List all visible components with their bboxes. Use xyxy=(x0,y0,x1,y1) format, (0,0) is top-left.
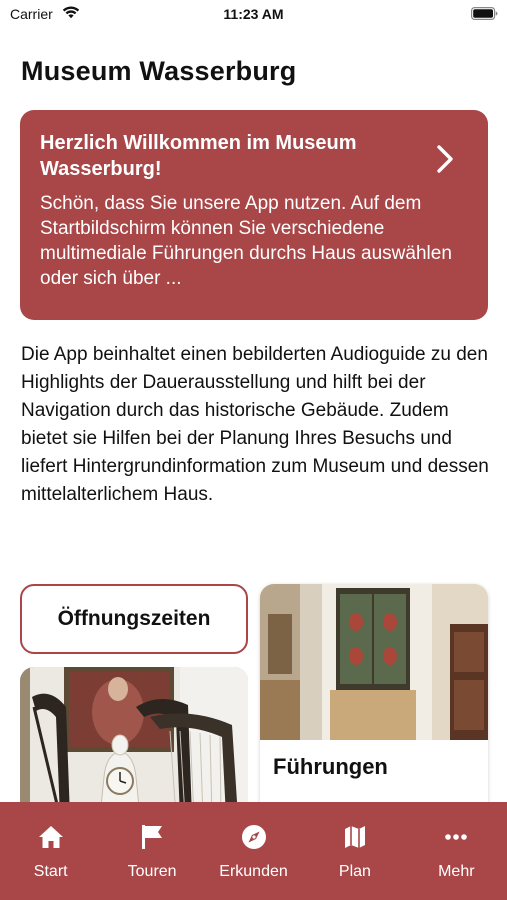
welcome-title: Herzlich Willkommen im Museum Wasserburg… xyxy=(40,132,357,180)
status-time: 11:23 AM xyxy=(223,6,284,22)
harps-clock-image xyxy=(20,667,248,817)
tab-mehr-label: Mehr xyxy=(438,863,475,880)
chevron-right-icon xyxy=(437,145,453,173)
battery-icon xyxy=(471,7,498,20)
welcome-text: Schön, dass Sie unsere App nutzen. Auf d… xyxy=(40,193,452,289)
tours-label: Führungen xyxy=(273,754,388,779)
compass-icon xyxy=(241,825,266,849)
tab-plan-label: Plan xyxy=(338,863,371,880)
more-icon xyxy=(445,834,468,840)
welcome-card[interactable]: Herzlich Willkommen im Museum Wasserburg… xyxy=(20,110,488,320)
page-title: Museum Wasserburg xyxy=(21,56,297,86)
status-bar: Carrier 11:23 AM xyxy=(0,0,507,30)
tours-tile[interactable]: Führungen xyxy=(260,584,488,824)
flag-icon xyxy=(142,825,163,849)
tab-plan[interactable]: Plan xyxy=(304,802,405,900)
tab-mehr[interactable]: Mehr xyxy=(406,802,507,900)
audioguide-tile[interactable] xyxy=(20,667,248,817)
tab-start[interactable]: Start xyxy=(0,802,101,900)
tab-touren-label: Touren xyxy=(127,863,177,880)
tab-start-label: Start xyxy=(33,863,68,880)
intro-text: Die App beinhaltet einen bebilderten Aud… xyxy=(21,344,489,505)
museum-room-image xyxy=(260,584,488,740)
opening-hours-label: Öffnungszeiten xyxy=(57,607,211,630)
tab-erkunden[interactable]: Erkunden xyxy=(203,802,304,900)
tab-bar: Start Touren Erkunden Plan Mehr xyxy=(0,802,507,900)
opening-hours-button[interactable]: Öffnungszeiten xyxy=(20,584,248,654)
home-icon xyxy=(38,826,63,848)
map-icon xyxy=(344,826,365,848)
tab-erkunden-label: Erkunden xyxy=(219,863,288,880)
tab-touren[interactable]: Touren xyxy=(101,802,202,900)
